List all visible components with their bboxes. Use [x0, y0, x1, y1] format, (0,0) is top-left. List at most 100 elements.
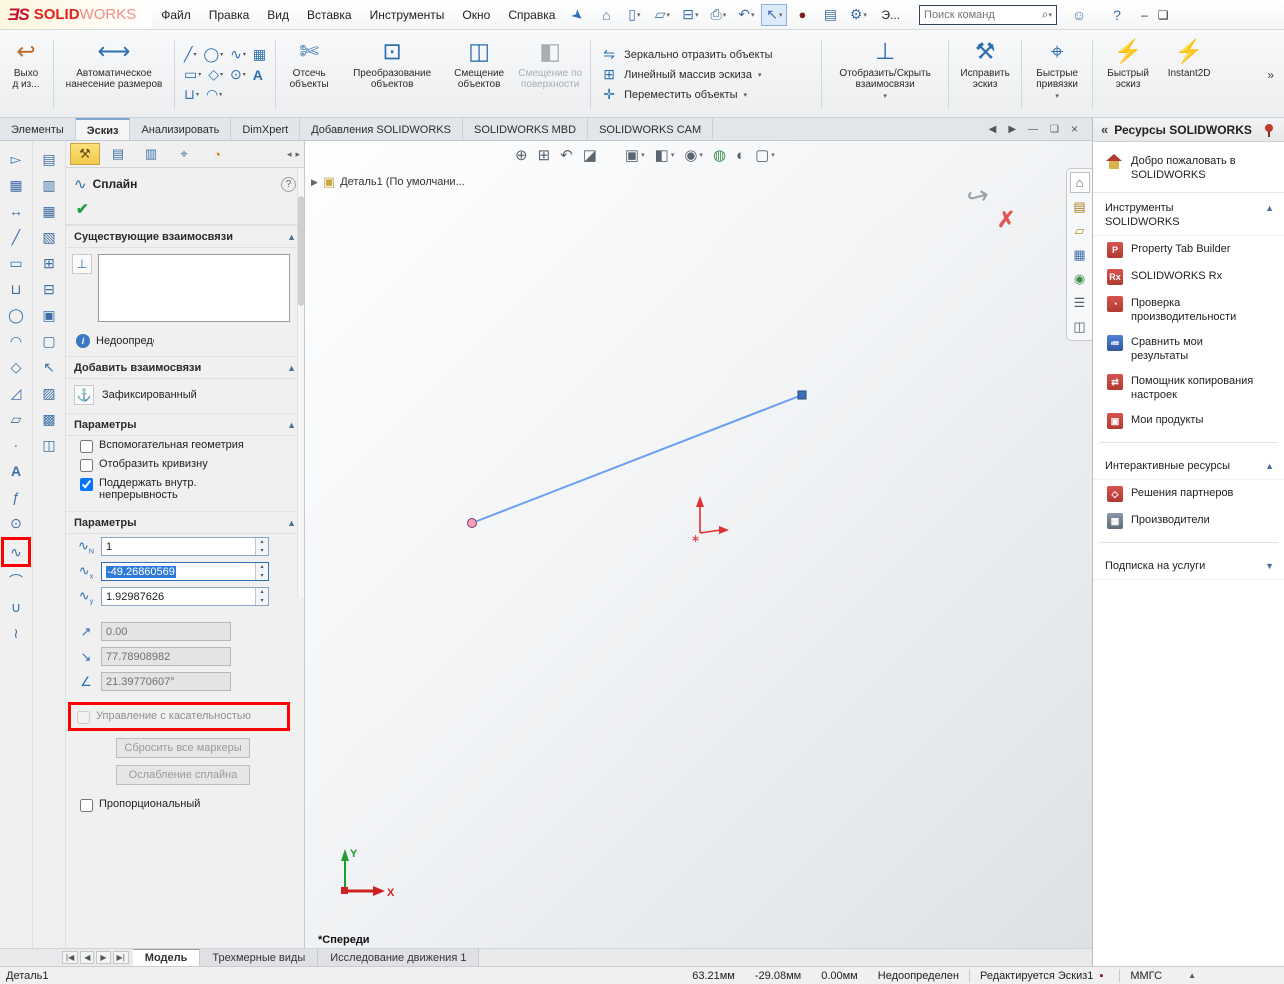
- mirror-entities-button[interactable]: ⇋ Зеркально отразить объекты: [600, 46, 812, 63]
- interactive-section-header[interactable]: Интерактивные ресурсы ▲: [1093, 451, 1284, 480]
- box-1-icon[interactable]: ▣: [37, 303, 61, 327]
- y-coordinate-spinner[interactable]: ▴ ▾: [255, 588, 268, 605]
- view-palette-tab-icon[interactable]: ▦: [1070, 244, 1090, 265]
- compare-results-item[interactable]: ≔ Сравнить мои результаты: [1093, 329, 1284, 368]
- select-icon[interactable]: ▻: [4, 147, 28, 171]
- menu-window[interactable]: Окно: [453, 0, 499, 29]
- circle-tool-icon[interactable]: ◯ ▾: [203, 46, 223, 63]
- instant2d-button[interactable]: ⚡ Instant2D: [1160, 32, 1218, 117]
- sketch-grid-icon[interactable]: ▦: [4, 173, 28, 197]
- linear-pattern-button[interactable]: ⊞ Линейный массив эскиза ▾: [600, 66, 812, 83]
- collapse-pane-icon[interactable]: «: [1101, 122, 1108, 137]
- repair-sketch-button[interactable]: ⚒ Исправить эскиз: [952, 32, 1018, 117]
- solidworks-rx-item[interactable]: Rx SOLIDWORKS Rx: [1093, 263, 1284, 290]
- smart-dimension-tool-icon[interactable]: ↔: [4, 199, 28, 223]
- polygon-tool-icon[interactable]: ◇ ▾: [208, 66, 223, 83]
- panel-close-icon[interactable]: ×: [1071, 122, 1078, 136]
- exit-sketch-button[interactable]: ↩ Выхо д из...: [2, 32, 50, 117]
- appearances-scenes-tab-icon[interactable]: ◉: [1070, 268, 1090, 289]
- menu-view[interactable]: Вид: [258, 0, 298, 29]
- custom-properties-tab-icon[interactable]: ☰: [1070, 292, 1090, 313]
- proportional-checkbox[interactable]: Пропорциональный: [66, 795, 304, 814]
- grid-2-icon[interactable]: ⊟: [37, 277, 61, 301]
- open-document-icon[interactable]: ▱ ▾: [649, 4, 675, 26]
- undock-right-icon[interactable]: ▶: [1008, 124, 1016, 135]
- show-curvature-box[interactable]: [80, 459, 93, 472]
- subscription-section-header[interactable]: Подписка на услуги ▼: [1093, 551, 1284, 580]
- units-dropdown-icon[interactable]: ▲: [1188, 971, 1196, 980]
- menu-help[interactable]: Справка: [499, 0, 564, 29]
- hatch-2-icon[interactable]: ▩: [37, 407, 61, 431]
- line-icon[interactable]: ╱: [4, 225, 28, 249]
- construction-geometry-box[interactable]: [80, 440, 93, 453]
- user-icon[interactable]: ☺: [1066, 4, 1092, 26]
- help-circle-icon[interactable]: ?: [281, 176, 296, 192]
- motion-study-tab[interactable]: Исследование движения 1: [318, 949, 480, 966]
- search-icon[interactable]: ⌕: [1042, 7, 1049, 22]
- tangent-driving-checkbox[interactable]: Управление с касательностью: [71, 707, 285, 726]
- restore-icon[interactable]: ❏: [1158, 8, 1169, 22]
- configuration-tab-icon[interactable]: ▥: [136, 143, 166, 165]
- tab-dimxpert[interactable]: DimXpert: [231, 118, 301, 140]
- spline-endpoint[interactable]: [797, 390, 807, 400]
- smart-dimension-button[interactable]: ⟷ Автоматическое нанесение размеров: [57, 32, 171, 117]
- relax-spline-button[interactable]: Ослабление сплайна: [116, 765, 250, 785]
- tab-mbd[interactable]: SOLIDWORKS MBD: [463, 118, 589, 140]
- cursor-icon[interactable]: ↖: [37, 355, 61, 379]
- trim-entities-button[interactable]: ✄ Отсечь объекты: [279, 32, 339, 117]
- polygon-icon[interactable]: ◇: [4, 355, 28, 379]
- sketch-pattern-icon[interactable]: ▦: [253, 46, 266, 63]
- select-tool-icon[interactable]: ↖ ▾: [761, 3, 788, 26]
- straight-slot-icon[interactable]: ⊔: [4, 277, 28, 301]
- convert-entities-button[interactable]: ⊡ Преобразование объектов: [339, 32, 445, 117]
- search-input[interactable]: [924, 8, 1042, 21]
- tab-cam[interactable]: SOLIDWORKS CAM: [588, 118, 714, 140]
- minimize-icon[interactable]: –: [1141, 8, 1148, 22]
- help-icon[interactable]: ?: [1104, 4, 1130, 26]
- offset-entities-button[interactable]: ◫ Смещение объектов: [445, 32, 513, 117]
- new-document-icon[interactable]: ▯ ▾: [621, 4, 647, 26]
- spline-tool-icon[interactable]: ∿ ▾: [230, 46, 246, 63]
- existing-relations-list[interactable]: [98, 254, 290, 322]
- maintain-continuity-checkbox[interactable]: Поддержать внутр. непрерывность: [66, 474, 304, 503]
- proportional-box[interactable]: [80, 799, 93, 812]
- tab-evaluate[interactable]: Анализировать: [130, 118, 232, 140]
- line-tool-icon[interactable]: ╱ ▾: [184, 46, 196, 63]
- box-2-icon[interactable]: ▢: [37, 329, 61, 353]
- convert-entities-tool-icon[interactable]: ƒ: [4, 485, 28, 509]
- point-number-spinner[interactable]: ▴ ▾: [255, 538, 268, 555]
- ribbon-overflow-icon[interactable]: »: [1259, 68, 1282, 82]
- display-pane-tab-icon[interactable]: ◔: [202, 143, 232, 165]
- menu-file[interactable]: Файл: [152, 0, 200, 29]
- toolbar-overflow-label[interactable]: Э...: [872, 0, 909, 29]
- tools-section-header[interactable]: Инструменты SOLIDWORKS ▲: [1093, 193, 1284, 236]
- y-coordinate-field[interactable]: 1.92987626 ▴ ▾: [101, 587, 269, 606]
- centerpoint-arc-icon[interactable]: ◠: [4, 329, 28, 353]
- panel-scrollbar[interactable]: [297, 168, 304, 598]
- property-tab-builder-item[interactable]: P Property Tab Builder: [1093, 236, 1284, 263]
- undock-left-icon[interactable]: ◀: [989, 124, 997, 135]
- tangent-weight-field[interactable]: 77.78908982: [101, 647, 231, 666]
- menu-edit[interactable]: Правка: [200, 0, 259, 29]
- ok-checkmark-icon[interactable]: ✔: [76, 201, 89, 218]
- file-explorer-tab-icon[interactable]: ▱: [1070, 220, 1090, 241]
- existing-relations-header[interactable]: Существующие взаимосвязи ▲: [66, 225, 304, 248]
- ellipse-icon[interactable]: ⌒: [4, 569, 28, 593]
- save-icon[interactable]: ⊟ ▾: [677, 4, 703, 26]
- welcome-item[interactable]: Добро пожаловать в SOLIDWORKS: [1093, 142, 1284, 193]
- dimxpert-tab-icon[interactable]: ⌖: [169, 143, 199, 165]
- surface-offset-button[interactable]: ◧ Смещение по поверхности: [513, 32, 587, 117]
- tab-features[interactable]: Элементы: [0, 118, 76, 140]
- mirror-tool-icon[interactable]: ≀: [4, 621, 28, 645]
- partner-solutions-item[interactable]: ◇ Решения партнеров: [1093, 480, 1284, 507]
- rectangle-tool-icon[interactable]: ▭ ▾: [184, 66, 201, 83]
- grid-1-icon[interactable]: ⊞: [37, 251, 61, 275]
- manufacturers-item[interactable]: ▦ Производители: [1093, 507, 1284, 534]
- 3d-views-tab[interactable]: Трехмерные виды: [200, 949, 319, 966]
- quick-snaps-button[interactable]: ⌖ Быстрые привязки ▾: [1025, 32, 1089, 117]
- pin-icon[interactable]: ➤: [561, 0, 595, 31]
- my-products-item[interactable]: ▣ Мои продукты: [1093, 407, 1284, 434]
- corner-rectangle-icon[interactable]: ▭: [4, 251, 28, 275]
- paste-icon[interactable]: ▥: [37, 173, 61, 197]
- maintain-continuity-box[interactable]: [80, 478, 93, 491]
